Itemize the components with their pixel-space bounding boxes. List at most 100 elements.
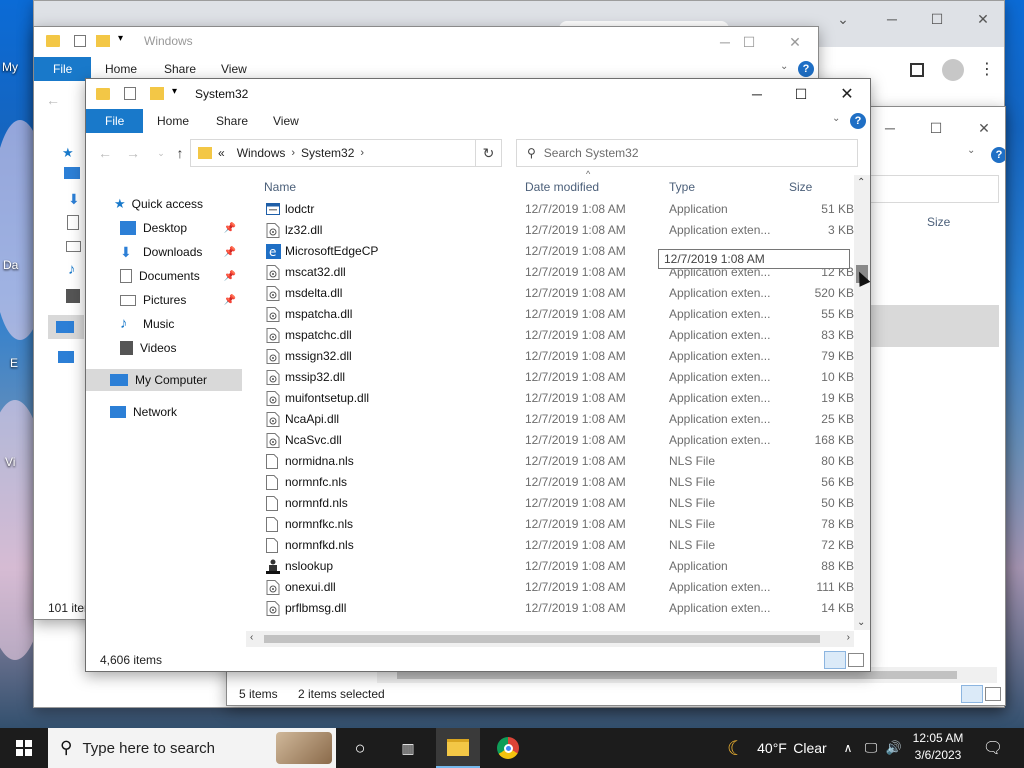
search-input[interactable]: ⚲ Search System32 <box>516 139 858 167</box>
maximize-icon[interactable]: ☐ <box>726 27 772 57</box>
pin-icon[interactable]: 📌 <box>224 271 236 282</box>
forward-arrow-icon[interactable]: → <box>122 142 144 164</box>
minimize-icon[interactable]: ─ <box>867 113 913 143</box>
breadcrumb-chevron-icon[interactable]: › <box>360 147 364 159</box>
ribbon-tab-share[interactable]: Share <box>204 109 260 133</box>
address-bar[interactable]: « Windows › System32 › ⌄ <box>190 139 502 167</box>
desktop-icon-label[interactable]: Da <box>3 258 18 272</box>
nav-item-music[interactable]: ♪ Music <box>86 313 242 335</box>
help-icon[interactable]: ? <box>991 147 1005 163</box>
clock[interactable]: 12:05 AM 3/6/2023 <box>906 730 970 766</box>
nav-item-desktop[interactable]: Desktop 📌 <box>86 217 242 239</box>
scrollbar-thumb[interactable] <box>264 635 820 643</box>
close-icon[interactable]: ✕ <box>961 113 1005 143</box>
cortana-icon[interactable]: ○ <box>340 728 380 768</box>
file-row[interactable]: normnfkd.nls 12/7/2019 1:08 AM NLS File 72 … <box>254 535 856 556</box>
file-row[interactable]: normnfd.nls 12/7/2019 1:08 AM NLS File 50 K… <box>254 493 856 514</box>
maximize-icon[interactable]: ☐ <box>778 79 824 109</box>
task-view-icon[interactable]: ▥ <box>388 728 428 768</box>
nav-item-documents[interactable]: Documents 📌 <box>86 265 242 287</box>
weather-temp[interactable]: 40°F <box>752 728 792 768</box>
nav-quick-access[interactable]: ★ Quick access <box>86 193 242 215</box>
file-row[interactable]: mssign32.dll 12/7/2019 1:08 AM Application… <box>254 346 856 367</box>
ribbon-expand-icon[interactable]: ⌄ <box>967 145 975 156</box>
taskbar-search-input[interactable]: ⚲ Type here to search <box>48 728 336 768</box>
breadcrumb-system32[interactable]: System32 <box>295 146 360 160</box>
start-button[interactable] <box>0 728 48 768</box>
column-header-name[interactable]: Name <box>264 175 296 199</box>
scrollbar-thumb[interactable] <box>397 671 957 679</box>
file-row[interactable]: onexui.dll 12/7/2019 1:08 AM Application e… <box>254 577 856 598</box>
file-row[interactable]: NcaSvc.dll 12/7/2019 1:08 AM Application e… <box>254 430 856 451</box>
column-header-size[interactable]: Size <box>789 175 812 199</box>
chrome-tab-search-icon[interactable]: ⌄ <box>820 9 866 29</box>
column-header-date[interactable]: Date modified <box>525 175 599 199</box>
taskbar-chrome[interactable] <box>486 728 530 768</box>
taskbar-file-explorer[interactable] <box>436 728 480 768</box>
new-folder-icon[interactable] <box>96 35 110 47</box>
file-row[interactable]: NcaApi.dll 12/7/2019 1:08 AM Application e… <box>254 409 856 430</box>
ribbon-tab-view[interactable]: View <box>261 109 311 133</box>
search-box[interactable] <box>867 175 999 203</box>
help-icon[interactable]: ? <box>798 61 814 77</box>
file-row[interactable]: mspatchc.dll 12/7/2019 1:08 AM Application… <box>254 325 856 346</box>
column-header-size[interactable]: Size <box>927 215 950 229</box>
file-row[interactable]: muifontsetup.dll 12/7/2019 1:08 AM Applica… <box>254 388 856 409</box>
quick-access-dropdown-icon[interactable]: ▾ <box>172 86 177 97</box>
scroll-down-icon[interactable]: ⌄ <box>857 617 865 628</box>
file-row[interactable]: normnfc.nls 12/7/2019 1:08 AM NLS File 56 K… <box>254 472 856 493</box>
profile-avatar[interactable] <box>942 59 964 81</box>
ribbon-tab-home[interactable]: Home <box>145 109 201 133</box>
nav-item-downloads[interactable]: ⬇ Downloads 📌 <box>86 241 242 263</box>
file-row[interactable]: normidna.nls 12/7/2019 1:08 AM NLS File 80 … <box>254 451 856 472</box>
file-row[interactable]: nslookup 12/7/2019 1:08 AM Application 88 K… <box>254 556 856 577</box>
file-row[interactable]: prflbmsg.dll 12/7/2019 1:08 AM Application… <box>254 598 856 619</box>
minimize-icon[interactable]: ─ <box>869 9 915 29</box>
file-row[interactable]: normnfkc.nls 12/7/2019 1:08 AM NLS File 78 … <box>254 514 856 535</box>
weather-condition[interactable]: Clear <box>791 728 829 768</box>
close-icon[interactable]: ✕ <box>960 9 1004 29</box>
sidebar-icon[interactable] <box>910 63 924 77</box>
maximize-icon[interactable]: ☐ <box>914 9 960 29</box>
up-arrow-icon[interactable]: ↑ <box>169 142 191 164</box>
new-folder-icon[interactable] <box>150 87 164 100</box>
ribbon-expand-icon[interactable]: ⌄ <box>780 61 788 72</box>
large-icons-view-icon[interactable] <box>848 653 864 667</box>
nav-item-network[interactable]: Network <box>86 401 242 423</box>
back-arrow-icon[interactable]: ← <box>42 89 64 111</box>
file-row[interactable]: mspatcha.dll 12/7/2019 1:08 AM Application… <box>254 304 856 325</box>
pin-icon[interactable]: 📌 <box>224 247 236 258</box>
nav-item-pictures[interactable]: Pictures 📌 <box>86 289 242 311</box>
weather-moon-icon[interactable]: ☾ <box>722 728 750 768</box>
details-view-icon[interactable] <box>961 685 983 703</box>
network-status-icon[interactable]: 🖵 <box>860 728 882 768</box>
ribbon-tab-file[interactable]: File <box>34 57 92 81</box>
pin-icon[interactable]: 📌 <box>224 223 236 234</box>
back-arrow-icon[interactable]: ← <box>94 142 116 164</box>
desktop-icon-label[interactable]: My <box>2 60 18 74</box>
help-icon[interactable]: ? <box>850 113 866 129</box>
volume-icon[interactable]: 🔊 <box>883 728 905 768</box>
large-icons-view-icon[interactable] <box>985 687 1001 701</box>
close-icon[interactable]: ✕ <box>824 79 870 109</box>
nav-item-videos[interactable]: Videos <box>86 337 242 359</box>
column-header-type[interactable]: Type <box>669 175 695 199</box>
ribbon-tab-file[interactable]: File <box>86 109 144 133</box>
file-row[interactable]: msdelta.dll 12/7/2019 1:08 AM Application … <box>254 283 856 304</box>
pin-icon[interactable]: 📌 <box>224 295 236 306</box>
breadcrumb-overflow[interactable]: « <box>212 146 231 160</box>
file-row[interactable]: lz32.dll 12/7/2019 1:08 AM Application ext… <box>254 220 856 241</box>
refresh-button[interactable]: ↻ <box>475 139 502 167</box>
notifications-icon[interactable]: 🗨 <box>978 728 1008 768</box>
scroll-left-icon[interactable]: ‹ <box>250 632 253 643</box>
horizontal-scrollbar[interactable]: ‹ › <box>246 631 854 647</box>
file-row[interactable]: mssip32.dll 12/7/2019 1:08 AM Application … <box>254 367 856 388</box>
quick-access-dropdown-icon[interactable]: ▾ <box>118 33 123 44</box>
maximize-icon[interactable]: ☐ <box>913 113 959 143</box>
search-highlight-image[interactable] <box>276 732 332 764</box>
minimize-icon[interactable]: ─ <box>734 79 780 109</box>
breadcrumb-windows[interactable]: Windows <box>231 146 292 160</box>
scroll-up-icon[interactable]: ⌃ <box>857 177 865 188</box>
more-menu-icon[interactable]: ⋮ <box>979 59 995 79</box>
ribbon-expand-icon[interactable]: ⌄ <box>832 113 840 124</box>
